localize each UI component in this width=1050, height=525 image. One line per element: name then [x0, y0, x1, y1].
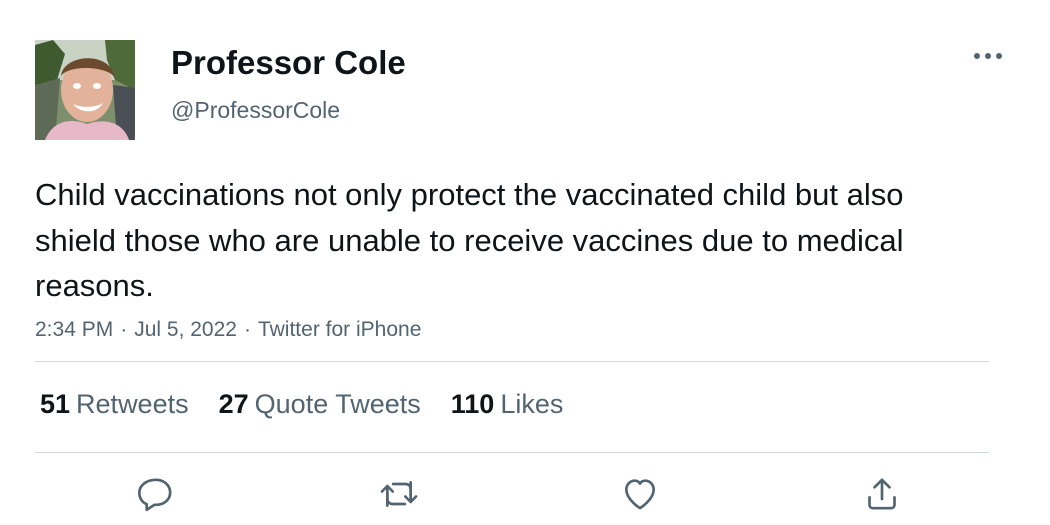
- quote-tweets-count: 27: [218, 389, 249, 419]
- retweets-label: Retweets: [76, 389, 189, 419]
- avatar[interactable]: [35, 40, 135, 140]
- meta-separator: ·: [243, 318, 251, 341]
- retweets-count: 51: [40, 389, 71, 419]
- quote-tweets-stat[interactable]: 27 Quote Tweets: [219, 386, 421, 422]
- tweet-meta: 2:34 PM · Jul 5, 2022 · Twitter for iPhone: [35, 316, 421, 344]
- share-button[interactable]: [858, 470, 906, 518]
- quote-tweets-label: Quote Tweets: [254, 389, 421, 419]
- tweet-time[interactable]: 2:34 PM: [35, 318, 113, 341]
- retweet-icon: [380, 481, 418, 507]
- likes-stat[interactable]: 110 Likes: [451, 386, 564, 422]
- user-handle[interactable]: @ProfessorCole: [171, 96, 340, 124]
- meta-separator: ·: [120, 318, 128, 341]
- retweets-stat[interactable]: 51 Retweets: [40, 386, 189, 422]
- reply-button[interactable]: [132, 470, 180, 518]
- action-bar: [0, 470, 1050, 520]
- more-options-button[interactable]: [968, 44, 1008, 68]
- reply-icon: [138, 478, 172, 512]
- retweet-button[interactable]: [375, 470, 423, 518]
- like-icon: [625, 479, 655, 510]
- more-dots-icon: [974, 53, 1002, 59]
- tweet-stats: 51 Retweets 27 Quote Tweets 110 Likes: [40, 386, 593, 422]
- divider: [35, 361, 989, 362]
- tweet-date[interactable]: Jul 5, 2022: [134, 318, 237, 341]
- tweet-text: Child vaccinations not only protect the …: [35, 177, 904, 303]
- avatar-photo: [35, 40, 135, 140]
- share-icon: [868, 478, 896, 510]
- like-button[interactable]: [616, 470, 664, 518]
- divider: [35, 452, 989, 453]
- tweet-source[interactable]: Twitter for iPhone: [258, 318, 421, 341]
- likes-count: 110: [450, 389, 495, 419]
- likes-label: Likes: [500, 389, 564, 419]
- display-name[interactable]: Professor Cole: [171, 43, 406, 83]
- tweet-card: Professor Cole @ProfessorCole Child vacc…: [0, 0, 1050, 525]
